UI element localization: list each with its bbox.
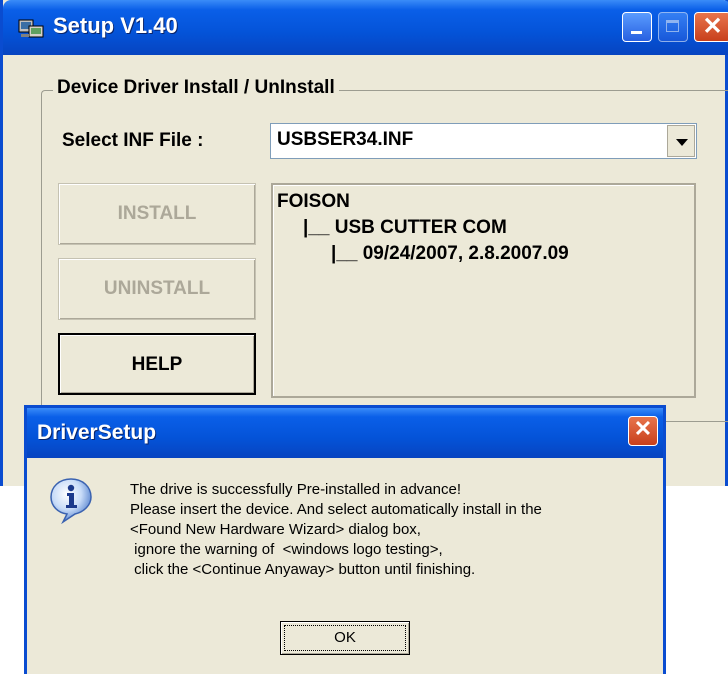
close-button[interactable]: ✕ — [694, 12, 728, 42]
driver-tree[interactable]: FOISON |__ USB CUTTER COM |__ 09/24/2007… — [271, 183, 696, 398]
message-line-3: <Found New Hardware Wizard> dialog box, — [130, 521, 421, 538]
ok-button[interactable]: OK — [280, 621, 410, 655]
window-title: Setup V1.40 — [53, 13, 178, 38]
dialog-title: DriverSetup — [37, 421, 157, 444]
help-button[interactable]: HELP — [58, 333, 256, 395]
setup-titlebar[interactable]: Setup V1.40 ✕ — [3, 0, 728, 55]
message-line-5: click the <Continue Anyaway> button unti… — [130, 561, 476, 578]
chevron-down-icon[interactable] — [667, 125, 695, 157]
message-line-1: The drive is successfully Pre-installed … — [130, 481, 461, 498]
dialog-message: The drive is successfully Pre-installed … — [130, 480, 542, 580]
tree-node-device[interactable]: |__ USB CUTTER COM — [303, 217, 507, 239]
setup-app-icon — [18, 19, 44, 38]
inf-file-select[interactable]: USBSER34.INF — [270, 123, 697, 159]
dialog-titlebar[interactable]: DriverSetup ✕ — [27, 408, 663, 458]
groupbox-label: Device Driver Install / UnInstall — [53, 77, 339, 99]
inf-file-value: USBSER34.INF — [277, 129, 414, 150]
install-button[interactable]: INSTALL — [58, 183, 256, 245]
close-icon: ✕ — [702, 13, 723, 40]
message-line-2: Please insert the device. And select aut… — [130, 501, 542, 518]
tree-node-vendor[interactable]: FOISON — [277, 191, 350, 213]
uninstall-button[interactable]: UNINSTALL — [58, 258, 256, 320]
tree-node-version[interactable]: |__ 09/24/2007, 2.8.2007.09 — [331, 243, 569, 265]
info-icon — [50, 478, 92, 524]
driversetup-dialog: DriverSetup ✕ The drive is successfully … — [24, 405, 666, 674]
inf-file-label: Select INF File : — [62, 130, 204, 151]
maximize-button[interactable] — [658, 12, 688, 42]
minimize-button[interactable] — [622, 12, 652, 42]
close-icon: ✕ — [633, 416, 653, 441]
dialog-close-button[interactable]: ✕ — [628, 416, 658, 446]
message-line-4: ignore the warning of <windows logo test… — [130, 541, 443, 558]
